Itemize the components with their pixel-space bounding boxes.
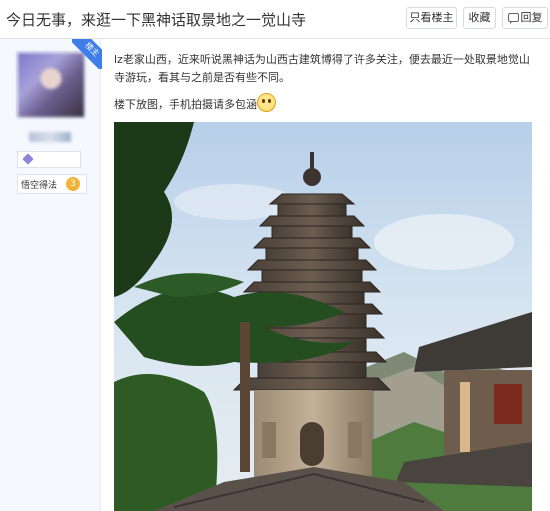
post-content: lz老家山西，近来听说黑神话为山西古建筑博得了许多关注，便去最近一处取景地觉山寺…: [114, 51, 534, 114]
pagoda-photo[interactable]: [114, 122, 532, 511]
level-number: 3: [66, 177, 80, 191]
favorite-button[interactable]: 收藏: [463, 7, 496, 29]
pagoda-photo-illustration: [114, 122, 532, 511]
reply-button-label: 回复: [520, 11, 543, 24]
reply-icon: [507, 13, 519, 24]
post-paragraph-2-text: 楼下放图，手机拍摄请多包涵: [114, 98, 257, 111]
thread-header: 今日无事，来逛一下黑神话取景地之一觉山寺 只看楼主 收藏 回复: [0, 0, 550, 39]
author-sidebar: 楼主 悟空得法 3: [0, 39, 101, 511]
reply-button[interactable]: 回复: [502, 7, 548, 29]
post-paragraph-2: 楼下放图，手机拍摄请多包涵: [114, 93, 534, 114]
smile-emoji-icon: [257, 93, 276, 112]
level-badge[interactable]: 悟空得法 3: [17, 174, 87, 194]
username-blurred[interactable]: [29, 132, 71, 142]
only-op-button[interactable]: 只看楼主: [406, 7, 457, 29]
member-badge-row: [17, 151, 81, 168]
thread-title: 今日无事，来逛一下黑神话取景地之一觉山寺: [6, 11, 307, 29]
member-diamond-icon: [22, 153, 34, 165]
post-paragraph-1: lz老家山西，近来听说黑神话为山西古建筑博得了许多关注，便去最近一处取景地觉山寺…: [114, 53, 530, 84]
level-title: 悟空得法: [21, 181, 58, 191]
